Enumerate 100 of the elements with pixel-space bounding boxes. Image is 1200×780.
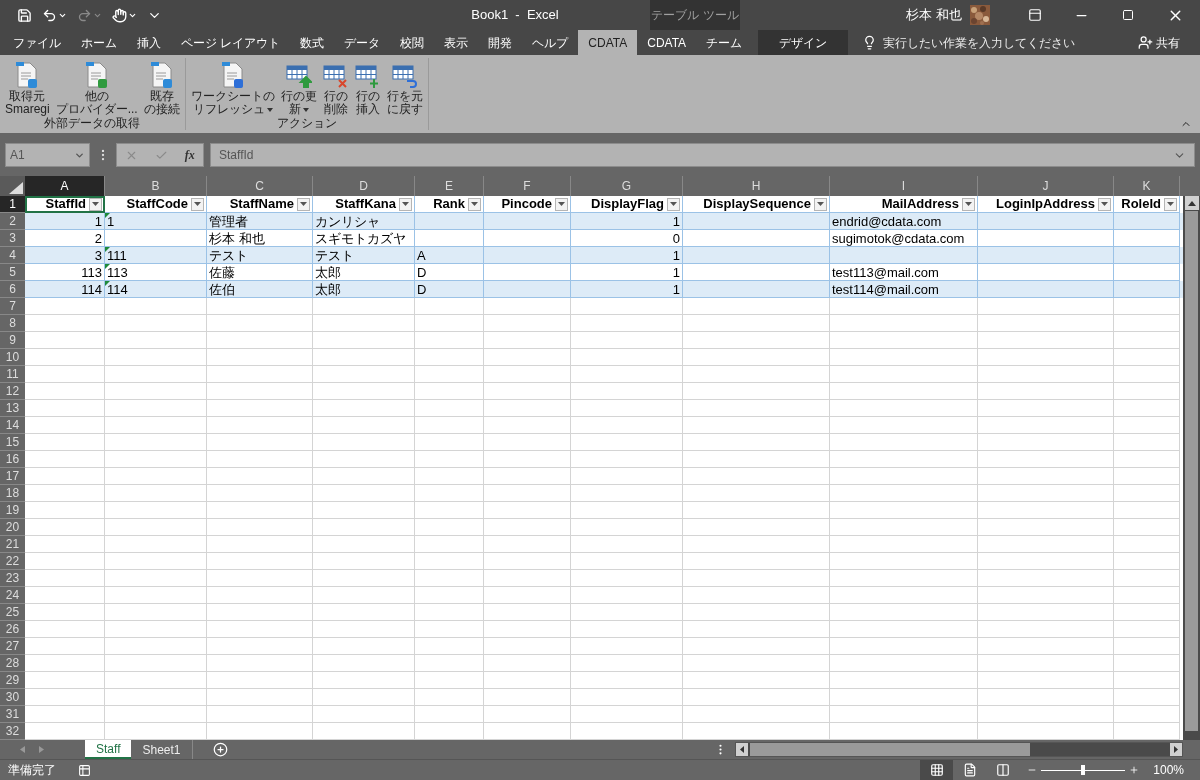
scroll-up-button[interactable] (1184, 196, 1199, 210)
table-cell (1114, 349, 1180, 366)
row-header[interactable]: 30 (0, 689, 25, 706)
ribbon-button[interactable]: 行の 削除 (319, 58, 352, 116)
caret-icon (300, 202, 307, 206)
row-header[interactable]: 32 (0, 723, 25, 740)
table-cell (415, 689, 484, 706)
ribbon-tab[interactable]: ヘルプ (522, 30, 579, 55)
table-cell (415, 315, 484, 332)
row-header[interactable]: 16 (0, 451, 25, 468)
row-header[interactable]: 22 (0, 553, 25, 570)
row-header[interactable]: 20 (0, 519, 25, 536)
scroll-left-button[interactable] (736, 743, 748, 756)
row-header[interactable]: 19 (0, 502, 25, 519)
filter-button[interactable] (962, 197, 975, 211)
ribbon-tab[interactable]: 開発 (478, 30, 523, 55)
scroll-right-button[interactable] (1170, 743, 1182, 756)
row-header[interactable]: 1 (0, 196, 25, 213)
row-header[interactable]: 8 (0, 315, 25, 332)
ribbon-tab[interactable]: ホーム (71, 30, 127, 55)
name-box[interactable]: A1 (5, 143, 90, 167)
ribbon-tab[interactable]: CDATA (578, 30, 638, 55)
status-text: 準備完了 (7, 762, 56, 779)
horizontal-scrollbar[interactable] (735, 742, 1183, 757)
row-header[interactable]: 4 (0, 247, 25, 264)
row-header[interactable]: 25 (0, 604, 25, 621)
zoom-in-icon[interactable] (1129, 765, 1140, 775)
macro-recording-icon[interactable] (78, 763, 91, 777)
ribbon-tab[interactable]: ファイル (3, 30, 71, 55)
normal-view-button[interactable] (920, 760, 954, 780)
ribbon-button[interactable]: ワークシートの リフレッシュ (187, 58, 278, 116)
filter-button[interactable] (1098, 197, 1111, 211)
ribbon-tab[interactable]: 校閲 (390, 30, 435, 55)
maximize-icon[interactable] (1122, 9, 1134, 21)
scrollbar-thumb[interactable] (750, 743, 1030, 756)
row-header[interactable]: 5 (0, 264, 25, 281)
caret-icon (471, 202, 478, 206)
sheet-tab[interactable]: Sheet1 (131, 740, 193, 759)
ribbon-tab[interactable]: ページ レイアウト (171, 30, 291, 55)
table-cell (415, 655, 484, 672)
ribbon-display-icon[interactable] (1028, 8, 1042, 22)
ribbon-tab[interactable]: 挿入 (127, 30, 171, 55)
filter-button[interactable] (1164, 197, 1177, 211)
row-header[interactable]: 24 (0, 587, 25, 604)
select-all-icon (9, 182, 23, 194)
filter-button[interactable] (468, 197, 481, 211)
row-header[interactable]: 15 (0, 434, 25, 451)
tell-me-field[interactable]: 実行したい作業を入力してください (883, 33, 1076, 52)
filter-button[interactable] (89, 197, 102, 211)
ribbon-button[interactable]: 行を元 に戻す (383, 58, 426, 116)
row-header[interactable]: 28 (0, 655, 25, 672)
row-header[interactable]: 7 (0, 298, 25, 315)
row-header[interactable]: 11 (0, 366, 25, 383)
row-header[interactable]: 3 (0, 230, 25, 247)
ribbon-button[interactable]: 行の 挿入 (351, 58, 384, 116)
row-header[interactable]: 31 (0, 706, 25, 723)
share-button[interactable]: 共有 (1156, 30, 1200, 55)
filter-button[interactable] (555, 197, 568, 211)
zoom-slider-thumb[interactable] (1081, 765, 1086, 775)
row-header[interactable]: 14 (0, 417, 25, 434)
row-header[interactable]: 23 (0, 570, 25, 587)
formula-field[interactable]: StaffId (210, 143, 1195, 167)
ribbon-tab[interactable]: 表示 (434, 30, 479, 55)
ribbon-button[interactable]: 取得元 Smaregi (2, 58, 53, 116)
filter-button[interactable] (814, 197, 827, 211)
row-header[interactable]: 6 (0, 281, 25, 298)
row-header[interactable]: 26 (0, 621, 25, 638)
ribbon-tab[interactable]: CDATA (637, 30, 697, 55)
select-all-button[interactable] (0, 176, 25, 196)
filter-button[interactable] (297, 197, 310, 211)
share-icon[interactable] (1138, 35, 1153, 50)
row-header[interactable]: 27 (0, 638, 25, 655)
ribbon-button[interactable]: 行の更 新 (277, 58, 320, 116)
column-header[interactable]: A (25, 176, 105, 196)
row-header[interactable]: 17 (0, 468, 25, 485)
filter-button[interactable] (399, 197, 412, 211)
row-header[interactable]: 2 (0, 213, 25, 230)
row-header[interactable]: 12 (0, 383, 25, 400)
ribbon-tab[interactable]: チーム (696, 30, 753, 55)
row-header[interactable]: 9 (0, 332, 25, 349)
add-sheet-icon[interactable] (212, 742, 228, 757)
filter-button[interactable] (191, 197, 204, 211)
row-header[interactable]: 21 (0, 536, 25, 553)
zoom-level[interactable]: 100% (1153, 761, 1184, 779)
ribbon-button[interactable]: 他の プロバイダー... (52, 58, 141, 116)
ribbon-tab[interactable]: デザイン (758, 30, 849, 55)
row-header[interactable]: 10 (0, 349, 25, 366)
ribbon-tab[interactable]: データ (334, 30, 391, 55)
insert-function-button[interactable]: fx (184, 146, 195, 164)
sheet-tab[interactable]: Staff (85, 740, 132, 759)
vertical-scrollbar[interactable] (1183, 196, 1200, 740)
table-cell (1114, 485, 1180, 502)
row-header[interactable]: 18 (0, 485, 25, 502)
scrollbar-thumb[interactable] (1185, 211, 1198, 731)
filter-button[interactable] (667, 197, 680, 211)
table-cell (1114, 655, 1180, 672)
ribbon-button[interactable]: 既存 の接続 (140, 58, 183, 116)
ribbon-tab[interactable]: 数式 (290, 30, 335, 55)
row-header[interactable]: 29 (0, 672, 25, 689)
row-header[interactable]: 13 (0, 400, 25, 417)
